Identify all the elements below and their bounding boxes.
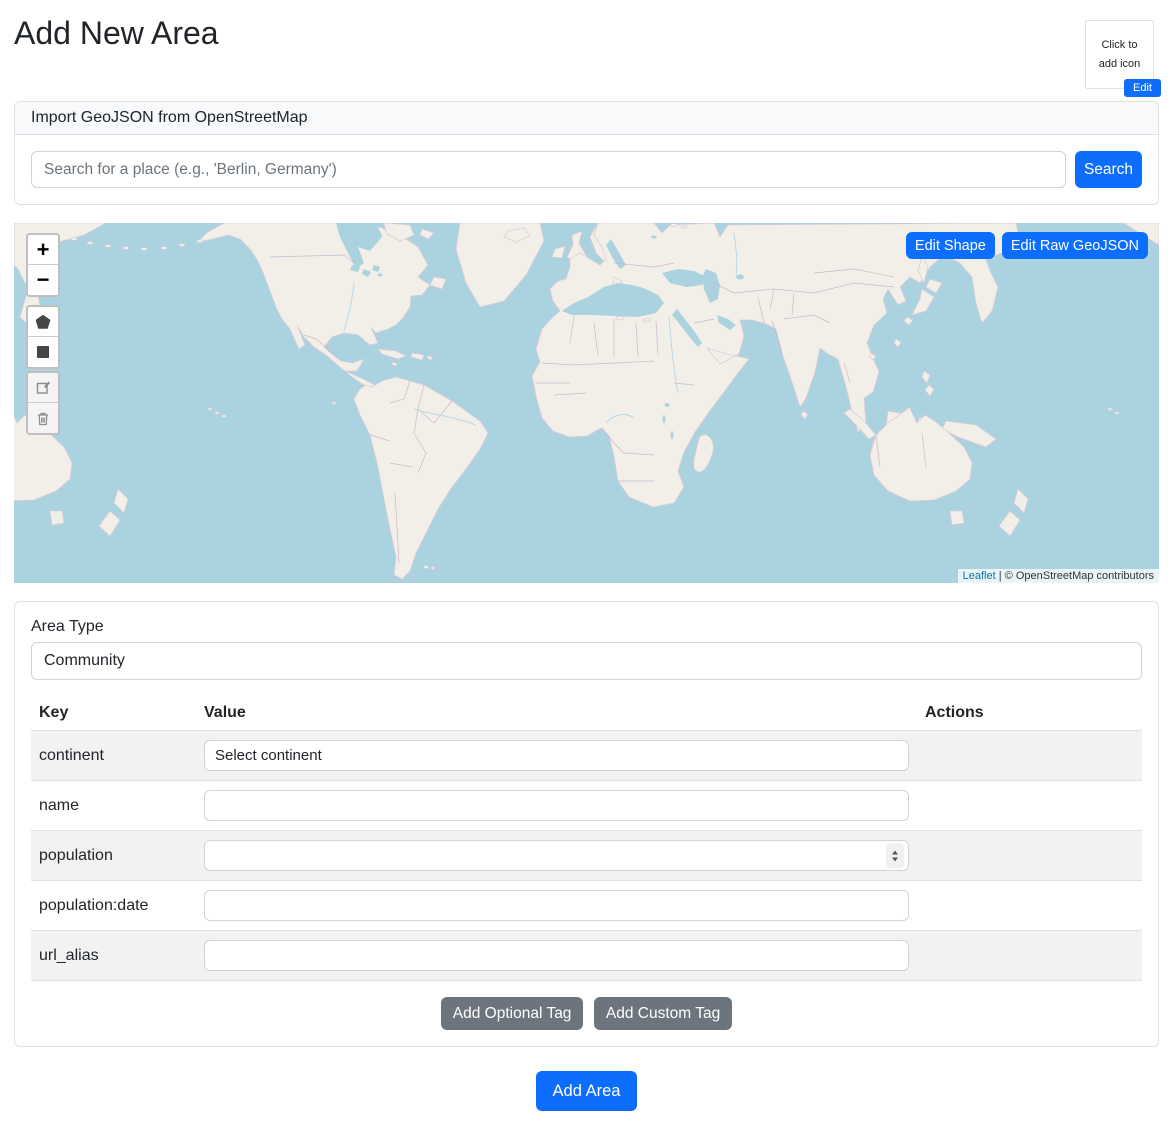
tag-table: Key Value Actions continent Select contin… [31,696,1142,981]
plus-icon: + [37,237,50,263]
australia [870,407,972,501]
place-search-input[interactable] [31,151,1066,188]
tag-key-label: population [31,831,196,881]
import-card-header: Import GeoJSON from OpenStreetMap [15,102,1158,135]
map-attribution: Leaflet | © OpenStreetMap contributors [958,569,1159,583]
table-row: name [31,781,1142,831]
zoom-in-button[interactable]: + [28,235,58,265]
tag-key-label: continent [31,731,196,781]
zoom-control: + − [26,233,60,297]
search-button[interactable]: Search [1075,151,1142,188]
tag-buttons-row: Add Optional Tag Add Custom Tag [31,997,1142,1030]
rectangle-icon [37,346,49,358]
trash-icon [36,411,50,426]
draw-control [26,305,60,369]
tag-value-cell [196,931,917,981]
draw-rectangle-button[interactable] [28,337,58,367]
table-row: url_alias [31,931,1142,981]
area-type-label: Area Type [31,618,1142,636]
tag-table-body: continent Select continent namepopulationp… [31,731,1142,981]
leaflet-map[interactable]: + − Edit Shape [14,223,1159,583]
edit-raw-geojson-button[interactable]: Edit Raw GeoJSON [1002,232,1148,259]
table-row: continent Select continent [31,731,1142,781]
tag-value-cell: Select continent [196,731,917,781]
minus-icon: − [37,267,50,293]
add-custom-tag-button[interactable]: Add Custom Tag [594,997,732,1030]
table-row: population:date [31,881,1142,931]
tag-value-input[interactable] [204,790,909,821]
page-title: Add New Area [14,12,1159,55]
icon-box-label: Click to add icon [1099,36,1141,73]
area-type-select[interactable]: Community [31,642,1142,680]
tag-actions-cell [917,931,1142,981]
map-buttons: Edit Shape Edit Raw GeoJSON [906,232,1148,259]
osm-attribution: © OpenStreetMap contributors [1005,570,1154,582]
tag-value-select[interactable]: Select continent [204,740,909,771]
delete-layers-button[interactable] [28,403,58,433]
area-form-card: Area Type Community Key Value Actions co… [14,601,1159,1047]
world-map [14,223,1159,583]
edit-control [26,371,60,435]
tag-value-cell [196,881,917,931]
edit-icon [36,380,51,395]
spinner-down-icon [892,857,898,861]
column-header-actions: Actions [917,696,1142,731]
area-type-value: Community [44,652,125,670]
table-row: population [31,831,1142,881]
tag-value-input[interactable] [204,940,909,971]
tag-actions-cell [917,831,1142,881]
tag-key-label: url_alias [31,931,196,981]
leaflet-link[interactable]: Leaflet [963,570,996,582]
page: Add New Area Click to add icon Edit Impo… [0,12,1173,1111]
south-america [354,377,488,579]
area-icon-dropzone[interactable]: Click to add icon Edit [1085,20,1154,89]
add-area-button[interactable]: Add Area [536,1071,638,1111]
tag-value-cell [196,831,917,881]
greenland [456,223,544,307]
import-card-body: Search [15,135,1158,204]
submit-row: Add Area [14,1071,1159,1111]
add-optional-tag-button[interactable]: Add Optional Tag [441,997,584,1030]
tag-key-label: name [31,781,196,831]
polygon-icon [36,315,51,329]
tag-value-cell [196,781,917,831]
import-geojson-card: Import GeoJSON from OpenStreetMap Search [14,101,1159,205]
zoom-out-button[interactable]: − [28,265,58,295]
column-header-key: Key [31,696,196,731]
tag-value-number-wrap [204,840,909,871]
tag-actions-cell [917,731,1142,781]
tag-actions-cell [917,881,1142,931]
tag-value-input[interactable] [204,840,909,871]
tag-actions-cell [917,781,1142,831]
tag-value-select-text: Select continent [215,747,322,764]
tag-key-label: population:date [31,881,196,931]
draw-polygon-button[interactable] [28,307,58,337]
icon-edit-button[interactable]: Edit [1124,79,1161,97]
spinner-up-icon [892,850,898,854]
edit-layers-button[interactable] [28,373,58,403]
edit-shape-button[interactable]: Edit Shape [906,232,995,259]
madagascar [694,435,714,472]
tag-value-input[interactable] [204,890,909,921]
column-header-value: Value [196,696,917,731]
number-spinner[interactable] [886,843,904,868]
